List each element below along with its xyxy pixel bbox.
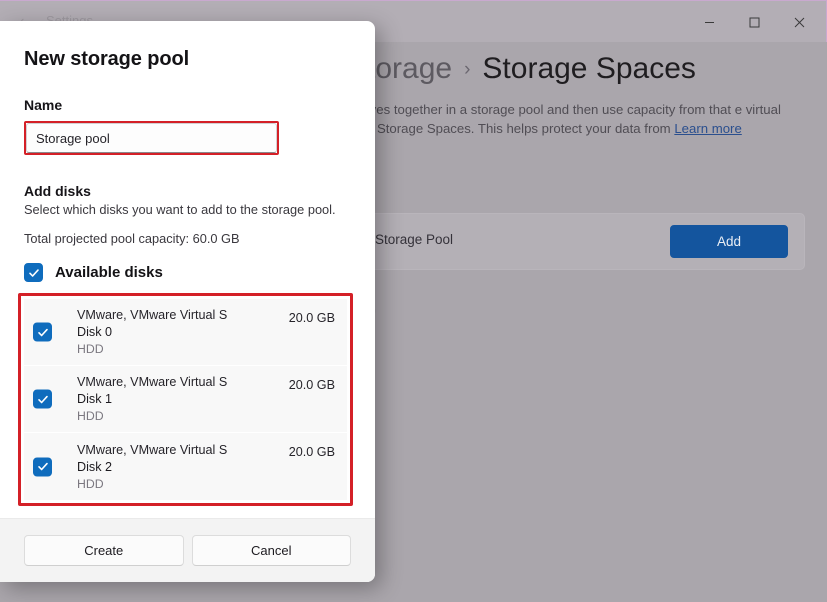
disk-type: HDD [77,409,227,423]
table-row[interactable]: VMware, VMware Virtual S Disk 0 HDD 20.0… [24,299,347,366]
disk-size: 20.0 GB [289,445,335,459]
add-disks-label: Add disks [24,183,351,199]
chevron-right-icon-2: › [464,59,470,81]
name-label: Name [24,97,351,113]
disk-info: VMware, VMware Virtual S Disk 1 HDD [77,375,227,423]
disk-name: Disk 2 [77,460,227,474]
disk-checkbox[interactable] [33,457,52,476]
disk-checkbox[interactable] [33,390,52,409]
storage-pool-card-label: Storage Pool [375,232,453,247]
window-controls [687,1,822,43]
disk-info: VMware, VMware Virtual S Disk 0 HDD [77,308,227,356]
add-disks-subtitle: Select which disks you want to add to th… [24,202,351,217]
disk-model: VMware, VMware Virtual S [77,443,227,457]
disk-model: VMware, VMware Virtual S [77,308,227,322]
cancel-button[interactable]: Cancel [192,535,352,566]
disk-name: Disk 0 [77,325,227,339]
disk-type: HDD [77,477,227,491]
disk-list: VMware, VMware Virtual S Disk 0 HDD 20.0… [21,296,350,503]
available-disks-row[interactable]: Available disks [24,263,351,282]
table-row[interactable]: VMware, VMware Virtual S Disk 2 HDD 20.0… [24,433,347,500]
disk-type: HDD [77,342,227,356]
available-disks-checkbox[interactable] [24,263,43,282]
available-disks-label: Available disks [55,264,163,281]
new-storage-pool-dialog: New storage pool Name Add disks Select w… [0,21,375,582]
dialog-body: New storage pool Name Add disks Select w… [0,21,375,518]
close-icon[interactable] [777,4,822,40]
disk-size: 20.0 GB [289,311,335,325]
disk-list-highlight: VMware, VMware Virtual S Disk 0 HDD 20.0… [18,293,353,506]
dialog-title: New storage pool [24,48,351,71]
page-description: es group drives together in a storage po… [300,100,810,138]
page-title: Storage Spaces [482,52,695,86]
name-field-highlight [24,121,279,155]
minimize-icon[interactable] [687,4,732,40]
dialog-footer: Create Cancel [0,518,375,582]
disk-model: VMware, VMware Virtual S [77,375,227,389]
maximize-icon[interactable] [732,4,777,40]
create-button[interactable]: Create [24,535,184,566]
disk-name: Disk 1 [77,392,227,406]
add-button[interactable]: Add [670,225,788,258]
learn-more-link[interactable]: Learn more [674,121,741,136]
projected-capacity-text: Total projected pool capacity: 60.0 GB [24,231,351,246]
disk-size: 20.0 GB [289,378,335,392]
disk-checkbox[interactable] [33,323,52,342]
disk-info: VMware, VMware Virtual S Disk 2 HDD [77,443,227,491]
table-row[interactable]: VMware, VMware Virtual S Disk 1 HDD 20.0… [24,366,347,433]
name-input[interactable] [26,123,277,153]
